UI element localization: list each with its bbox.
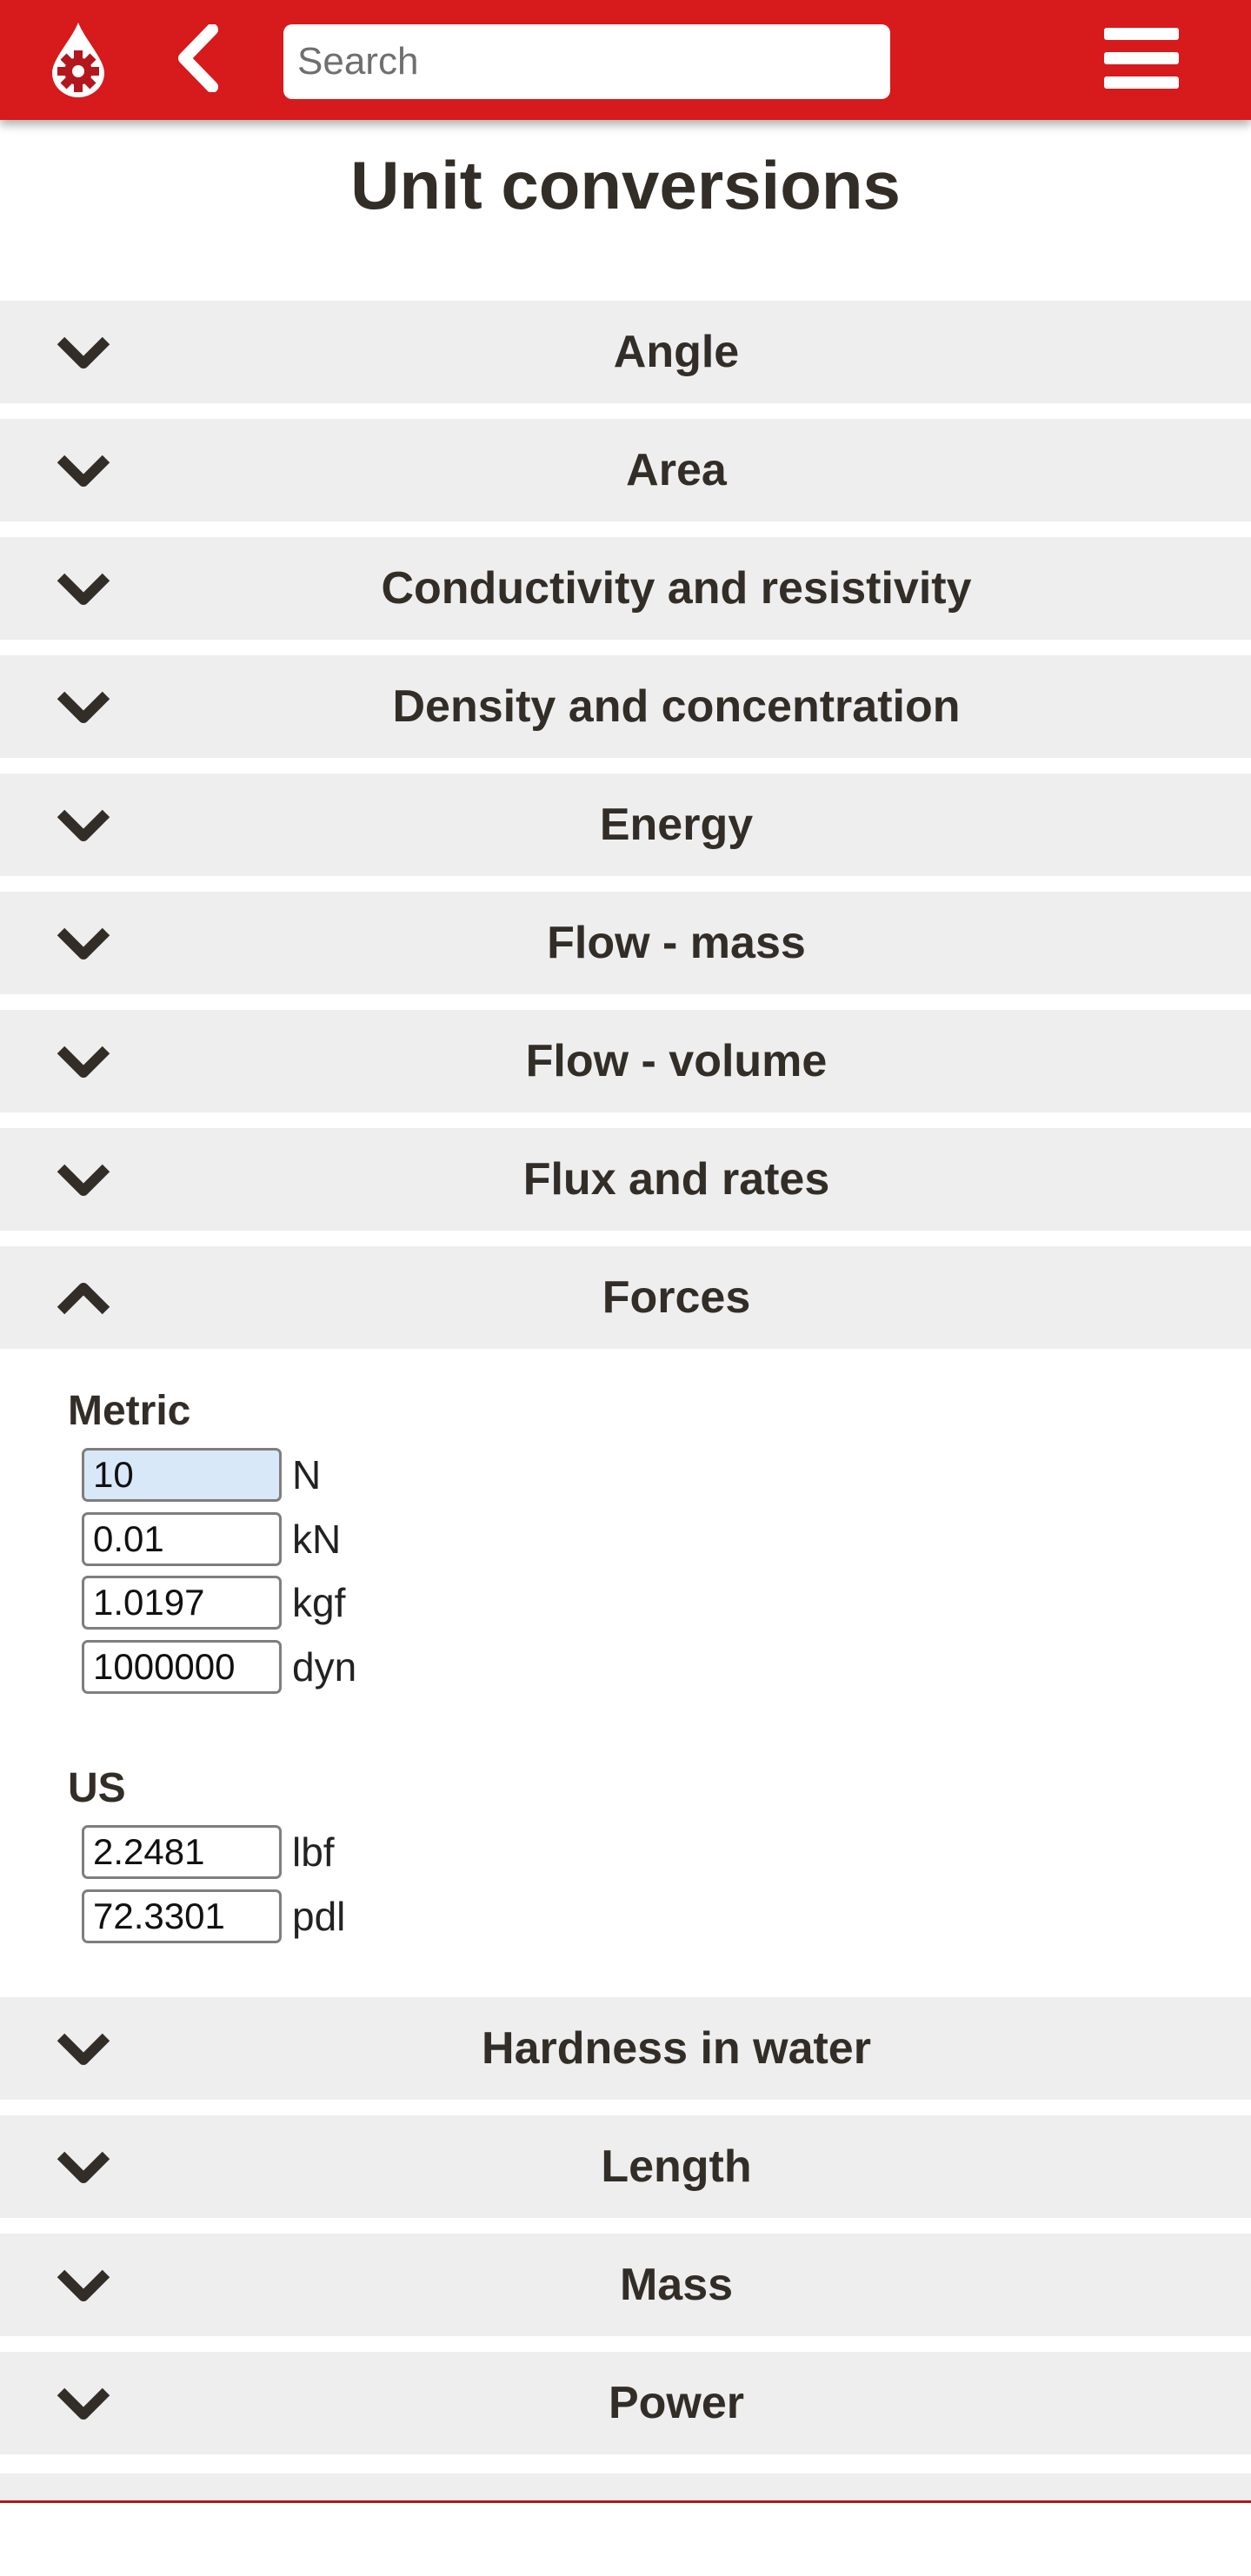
accordion-density-concentration[interactable]: Density and concentration: [0, 655, 1251, 758]
value-input-dyn[interactable]: [82, 1640, 282, 1694]
value-input-kgf[interactable]: [82, 1576, 282, 1630]
unit-label: kgf: [292, 1580, 346, 1625]
accordion-energy[interactable]: Energy: [0, 773, 1251, 876]
accordion-forces[interactable]: Forces: [0, 1246, 1251, 1349]
accordion-label: Angle: [613, 327, 740, 377]
accordion-label: Density and concentration: [392, 681, 961, 732]
search-input[interactable]: [283, 24, 890, 99]
page-title: Unit conversions: [350, 147, 901, 223]
group-label-us: US: [68, 1765, 126, 1811]
accordion-area[interactable]: Area: [0, 419, 1251, 521]
accordion-label: Hardness in water: [482, 2023, 871, 2074]
accordion-label: Flux and rates: [522, 1154, 830, 1205]
accordion-flux-rates[interactable]: Flux and rates: [0, 1128, 1251, 1231]
value-input-n[interactable]: [82, 1448, 282, 1502]
value-input-lbf[interactable]: [82, 1825, 282, 1879]
accordion-label: Flow - volume: [525, 1036, 828, 1086]
accordion-next-partial[interactable]: [0, 2473, 1251, 2503]
accordion-label: Length: [601, 2141, 752, 2192]
accordion-angle[interactable]: Angle: [0, 301, 1251, 403]
accordion-power[interactable]: Power: [0, 2352, 1251, 2454]
accordion-hardness-water[interactable]: Hardness in water: [0, 1997, 1251, 2100]
accordion-flow-volume[interactable]: Flow - volume: [0, 1010, 1251, 1112]
top-bar: [0, 0, 1251, 120]
accordion-label: Mass: [619, 2260, 734, 2310]
hamburger-menu-icon[interactable]: [1104, 26, 1181, 90]
unit-label: kN: [292, 1517, 342, 1562]
unit-label: dyn: [292, 1644, 357, 1690]
accordion-label: Area: [626, 445, 727, 495]
droplet-gear-icon[interactable]: [45, 21, 111, 97]
accordion-conductivity-resistivity[interactable]: Conductivity and resistivity: [0, 537, 1251, 640]
chevron-left-icon[interactable]: [172, 24, 224, 92]
value-input-pdl[interactable]: [82, 1889, 282, 1943]
accordion-label: [0, 2473, 1251, 2576]
accordion-mass[interactable]: Mass: [0, 2234, 1251, 2336]
accordion-label: Conductivity and resistivity: [381, 563, 972, 614]
accordion-label: Energy: [599, 800, 754, 850]
unit-label: N: [292, 1452, 322, 1497]
forces-panel: Metric N kN kgf dyn US lbf pdl: [0, 1349, 1251, 1997]
value-input-kn[interactable]: [82, 1512, 282, 1566]
accordion-flow-mass[interactable]: Flow - mass: [0, 892, 1251, 994]
unit-label: pdl: [292, 1894, 346, 1939]
accordion-label: Forces: [602, 1272, 751, 1323]
accordion-length[interactable]: Length: [0, 2115, 1251, 2218]
group-label-metric: Metric: [68, 1388, 191, 1434]
unit-label: lbf: [292, 1829, 335, 1875]
accordion-label: Power: [608, 2378, 745, 2428]
accordion-label: Flow - mass: [547, 918, 806, 968]
